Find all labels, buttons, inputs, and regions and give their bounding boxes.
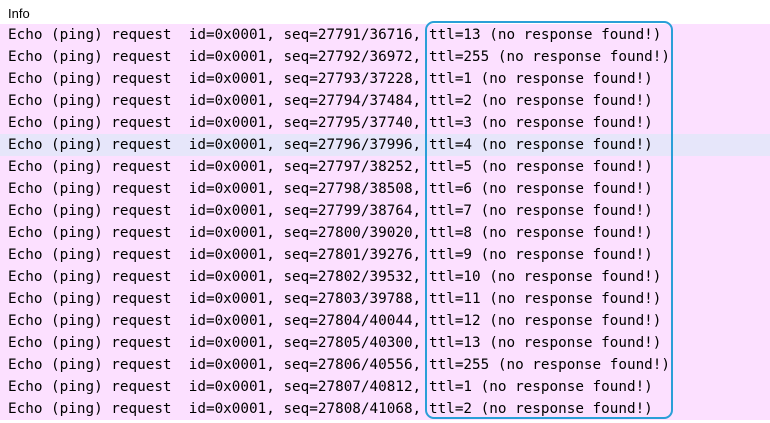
packet-ttl-info: ttl=12 (no response found!)	[429, 313, 662, 329]
packet-row[interactable]: Echo (ping) request id=0x0001, seq=27800…	[0, 222, 770, 244]
packet-row[interactable]: Echo (ping) request id=0x0001, seq=27803…	[0, 288, 770, 310]
packet-row[interactable]: Echo (ping) request id=0x0001, seq=27805…	[0, 332, 770, 354]
packet-row[interactable]: Echo (ping) request id=0x0001, seq=27798…	[0, 178, 770, 200]
packet-row-selected[interactable]: Echo (ping) request id=0x0001, seq=27796…	[0, 134, 770, 156]
packet-ttl-info: ttl=1 (no response found!)	[429, 71, 653, 87]
packet-info-prefix: Echo (ping) request id=0x0001, seq=27808…	[8, 401, 422, 417]
packet-info-prefix: Echo (ping) request id=0x0001, seq=27799…	[8, 203, 422, 219]
column-header[interactable]: Info	[0, 0, 770, 26]
packet-ttl-info: ttl=13 (no response found!)	[429, 27, 662, 43]
packet-ttl-info: ttl=2 (no response found!)	[429, 93, 653, 109]
packet-row[interactable]: Echo (ping) request id=0x0001, seq=27791…	[0, 24, 770, 46]
packet-ttl-info: ttl=2 (no response found!)	[429, 401, 653, 417]
packet-info-prefix: Echo (ping) request id=0x0001, seq=27795…	[8, 115, 422, 131]
packet-ttl-info: ttl=7 (no response found!)	[429, 203, 653, 219]
packet-info-prefix: Echo (ping) request id=0x0001, seq=27801…	[8, 247, 422, 263]
packet-row[interactable]: Echo (ping) request id=0x0001, seq=27804…	[0, 310, 770, 332]
packet-row[interactable]: Echo (ping) request id=0x0001, seq=27793…	[0, 68, 770, 90]
packet-row[interactable]: Echo (ping) request id=0x0001, seq=27794…	[0, 90, 770, 112]
packet-row[interactable]: Echo (ping) request id=0x0001, seq=27808…	[0, 398, 770, 420]
packet-row[interactable]: Echo (ping) request id=0x0001, seq=27799…	[0, 200, 770, 222]
packet-row[interactable]: Echo (ping) request id=0x0001, seq=27807…	[0, 376, 770, 398]
packet-ttl-info: ttl=3 (no response found!)	[429, 115, 653, 131]
packet-info-prefix: Echo (ping) request id=0x0001, seq=27802…	[8, 269, 422, 285]
packet-info-prefix: Echo (ping) request id=0x0001, seq=27805…	[8, 335, 422, 351]
packet-row[interactable]: Echo (ping) request id=0x0001, seq=27802…	[0, 266, 770, 288]
packet-row[interactable]: Echo (ping) request id=0x0001, seq=27792…	[0, 46, 770, 68]
packet-info-prefix: Echo (ping) request id=0x0001, seq=27803…	[8, 291, 422, 307]
packet-info-prefix: Echo (ping) request id=0x0001, seq=27797…	[8, 159, 422, 175]
packet-ttl-info: ttl=9 (no response found!)	[429, 247, 653, 263]
packet-info-prefix: Echo (ping) request id=0x0001, seq=27798…	[8, 181, 422, 197]
packet-info-prefix: Echo (ping) request id=0x0001, seq=27800…	[8, 225, 422, 241]
packet-info-prefix: Echo (ping) request id=0x0001, seq=27794…	[8, 93, 422, 109]
packet-info-prefix: Echo (ping) request id=0x0001, seq=27796…	[8, 137, 422, 153]
packet-info-prefix: Echo (ping) request id=0x0001, seq=27792…	[8, 49, 422, 65]
packet-row[interactable]: Echo (ping) request id=0x0001, seq=27801…	[0, 244, 770, 266]
packet-info-prefix: Echo (ping) request id=0x0001, seq=27793…	[8, 71, 422, 87]
packet-ttl-info: ttl=6 (no response found!)	[429, 181, 653, 197]
packet-ttl-info: ttl=13 (no response found!)	[429, 335, 662, 351]
packet-ttl-info: ttl=10 (no response found!)	[429, 269, 662, 285]
packet-ttl-info: ttl=255 (no response found!)	[429, 357, 671, 373]
packet-ttl-info: ttl=8 (no response found!)	[429, 225, 653, 241]
packet-row[interactable]: Echo (ping) request id=0x0001, seq=27797…	[0, 156, 770, 178]
packet-info-prefix: Echo (ping) request id=0x0001, seq=27791…	[8, 27, 422, 43]
packet-info-prefix: Echo (ping) request id=0x0001, seq=27804…	[8, 313, 422, 329]
packet-row[interactable]: Echo (ping) request id=0x0001, seq=27795…	[0, 112, 770, 134]
packet-ttl-info: ttl=11 (no response found!)	[429, 291, 662, 307]
packet-row[interactable]: Echo (ping) request id=0x0001, seq=27806…	[0, 354, 770, 376]
packet-ttl-info: ttl=1 (no response found!)	[429, 379, 653, 395]
packet-list: Echo (ping) request id=0x0001, seq=27791…	[0, 24, 770, 420]
packet-info-prefix: Echo (ping) request id=0x0001, seq=27806…	[8, 357, 422, 373]
packet-ttl-info: ttl=255 (no response found!)	[429, 49, 671, 65]
info-column-header: Info	[8, 6, 30, 21]
packet-ttl-info: ttl=4 (no response found!)	[429, 137, 653, 153]
packet-info-prefix: Echo (ping) request id=0x0001, seq=27807…	[8, 379, 422, 395]
packet-ttl-info: ttl=5 (no response found!)	[429, 159, 653, 175]
